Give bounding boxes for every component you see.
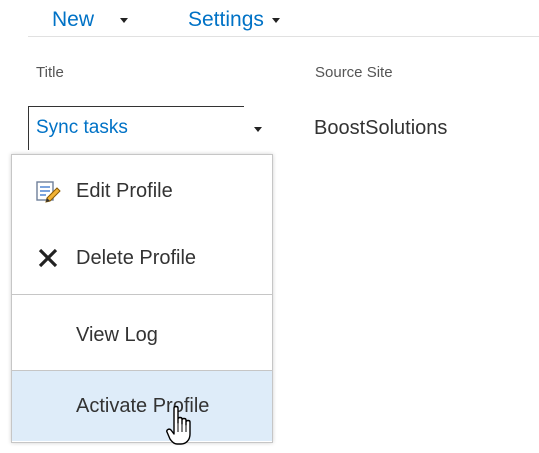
menu-item-label: Activate Profile [76,394,210,417]
menu-item-label: Edit Profile [76,179,173,202]
column-header-source-site[interactable]: Source Site [315,64,393,81]
new-label: New [52,8,95,31]
menu-item-label: View Log [76,323,158,346]
menu-item-delete-profile[interactable]: Delete Profile [12,233,272,283]
new-menu-button[interactable]: New [52,6,129,34]
page: New Settings Title Source Site Sync task… [0,0,539,453]
menu-item-label: Delete Profile [76,246,197,269]
edit-icon [36,181,61,203]
menu-item-edit-profile[interactable]: Edit Profile [12,166,272,216]
settings-menu-button[interactable]: Settings [188,6,280,34]
delete-icon [38,248,58,268]
menu-item-activate-profile[interactable]: Activate Profile [12,371,272,441]
chevron-down-icon [120,17,129,23]
column-header-title[interactable]: Title [36,64,64,81]
chevron-down-icon [271,17,280,23]
menu-separator [12,294,272,295]
settings-label: Settings [188,8,264,31]
item-menu-chevron-icon[interactable] [254,127,262,132]
toolbar-divider [28,36,539,37]
menu-item-view-log[interactable]: View Log [12,310,272,360]
item-context-menu: Edit Profile Delete Profile View Log Act… [11,154,273,443]
source-site-value: BoostSolutions [314,117,448,139]
item-title-link[interactable]: Sync tasks [36,117,128,139]
